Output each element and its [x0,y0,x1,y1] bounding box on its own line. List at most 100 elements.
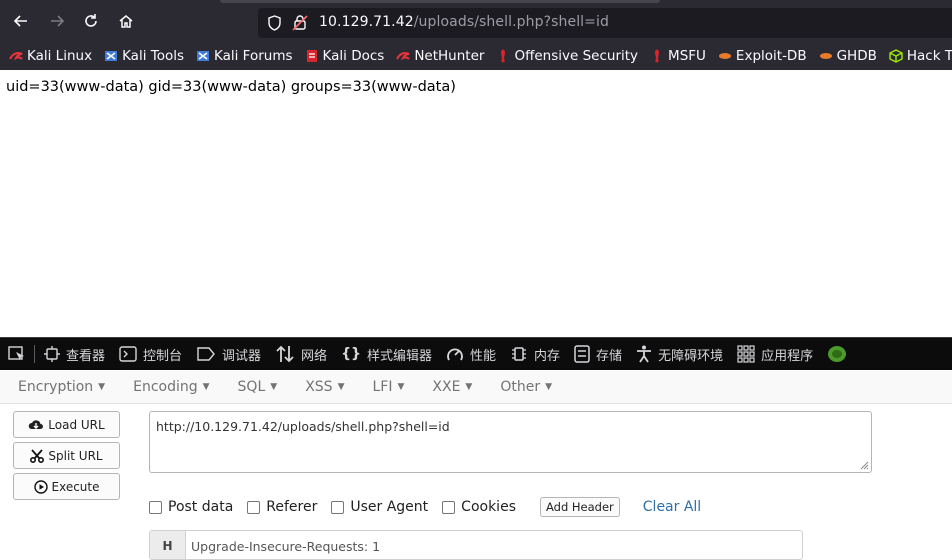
menu-lfi[interactable]: LFI ▼ [363,379,413,395]
tab-network[interactable]: 网络 [268,338,334,370]
add-header-button[interactable]: Add Header [539,497,620,517]
menu-label: LFI [372,379,393,395]
bookmark-label: MSFU [668,47,706,64]
resize-grip-icon[interactable] [860,461,869,470]
tab-debugger[interactable]: 调试器 [189,338,268,370]
bookmark-kali-forums[interactable]: Kali Forums [186,41,295,70]
forward-arrow-icon [51,15,65,27]
bookmark-kali-docs[interactable]: Kali Docs [295,41,387,70]
tab-style-editor[interactable]: {} 样式编辑器 [334,338,439,370]
hackbar-body: Load URL Split URL Execute http://10.129… [0,405,952,560]
bookmark-label: Hack The [906,47,952,64]
menu-encryption[interactable]: Encryption ▼ [9,379,114,395]
debugger-icon [196,346,216,362]
menu-label: Encoding [133,379,198,395]
bookmark-nethunter[interactable]: NetHunter [386,41,486,70]
home-button[interactable] [115,10,137,32]
header-row: H Upgrade-Insecure-Requests: 1 [149,530,803,560]
bookmark-exploit-db[interactable]: Exploit-DB [708,41,809,70]
caret-down-icon: ▼ [337,382,345,392]
back-button[interactable] [10,10,32,32]
cloud-download-icon [28,418,44,431]
split-url-button[interactable]: Split URL [13,442,120,469]
insecure-lock-icon[interactable] [292,14,308,31]
cookies-checkbox[interactable]: Cookies [442,499,516,515]
tab-inspector[interactable]: 查看器 [37,338,112,370]
tab-strip-edge [220,0,660,3]
element-picker-button[interactable] [0,338,32,370]
exploitdb-icon [718,49,732,63]
back-arrow-icon [13,15,27,27]
bookmark-offensive-security[interactable]: Offensive Security [486,41,640,70]
execute-label: Execute [51,479,100,494]
devtools-separator [34,345,35,363]
bookmark-kali-linux[interactable]: Kali Linux [0,41,94,70]
user-agent-checkbox[interactable]: User Agent [331,499,428,515]
bookmark-msfu[interactable]: MSFU [640,41,708,70]
bookmark-label: Kali Tools [122,47,184,64]
url-text[interactable]: 10.129.71.42/uploads/shell.php?shell=id [319,14,609,30]
checkbox-label: Referer [266,499,318,515]
url-textarea-value: http://10.129.71.42/uploads/shell.php?sh… [156,419,450,434]
checkbox-box[interactable] [149,500,162,514]
tab-label: 调试器 [222,348,262,364]
menu-encoding[interactable]: Encoding ▼ [124,379,218,395]
bookmark-ghdb[interactable]: GHDB [809,41,879,70]
reload-button[interactable] [80,10,102,32]
menu-other[interactable]: Other ▼ [491,379,561,395]
hackbar-icon [827,345,847,363]
caret-down-icon: ▼ [397,382,405,392]
tab-label: 内存 [534,348,561,364]
tab-label: 无障碍环境 [658,348,724,364]
execute-button[interactable]: Execute [13,473,120,500]
url-textarea[interactable]: http://10.129.71.42/uploads/shell.php?sh… [149,411,872,473]
tab-console[interactable]: 控制台 [112,338,189,370]
post-data-checkbox[interactable]: Post data [149,499,233,515]
tab-label: 存储 [596,348,623,364]
menu-label: XSS [305,379,333,395]
bookmark-hack-the-box[interactable]: Hack The [879,41,952,70]
inspector-icon [44,346,60,362]
menu-xss[interactable]: XSS ▼ [296,379,353,395]
application-grid-icon [737,345,755,363]
clear-all-link[interactable]: Clear All [643,499,701,515]
bookmark-label: Offensive Security [514,47,639,64]
bookmark-kali-tools[interactable]: Kali Tools [94,41,186,70]
caret-down-icon: ▼ [202,382,210,392]
url-bar[interactable]: 10.129.71.42/uploads/shell.php?shell=id [258,8,952,38]
kali-tools-icon [104,49,118,63]
tab-application[interactable]: 应用程序 [730,338,820,370]
menu-xxe[interactable]: XXE ▼ [423,379,481,395]
ghdb-icon [819,49,833,63]
checkbox-box[interactable] [247,500,261,514]
home-icon [119,15,133,28]
checkbox-label: Cookies [461,499,516,515]
tab-label: 应用程序 [761,348,814,364]
menu-label: XXE [432,379,461,395]
kali-dragon-icon [9,49,23,63]
tab-label: 控制台 [143,348,183,364]
checkbox-box[interactable] [331,500,345,514]
tab-hackbar[interactable] [820,338,860,370]
tab-memory[interactable]: 内存 [503,338,567,370]
msfu-icon [650,48,664,63]
tab-accessibility[interactable]: 无障碍环境 [629,338,730,370]
checkbox-label: Post data [168,499,234,515]
bookmark-label: Kali Forums [214,47,293,64]
checkbox-box[interactable] [442,500,456,514]
caret-down-icon: ▼ [98,382,106,392]
command-output: uid=33(www-data) gid=33(www-data) groups… [6,79,456,95]
network-arrows-icon [275,345,295,363]
menu-label: Other [500,379,541,395]
referer-checkbox[interactable]: Referer [247,499,317,515]
tracking-shield-icon[interactable] [267,15,282,31]
browser-toolbar: 10.129.71.42/uploads/shell.php?shell=id [0,0,952,41]
tab-storage[interactable]: 存储 [567,338,629,370]
bookmark-label: Kali Docs [322,47,385,64]
forward-button[interactable] [46,10,68,32]
load-url-button[interactable]: Load URL [13,411,120,438]
accessibility-icon [636,345,652,363]
menu-sql[interactable]: SQL ▼ [229,379,287,395]
tab-performance[interactable]: 性能 [439,338,503,370]
header-value-input[interactable]: Upgrade-Insecure-Requests: 1 [191,539,380,554]
